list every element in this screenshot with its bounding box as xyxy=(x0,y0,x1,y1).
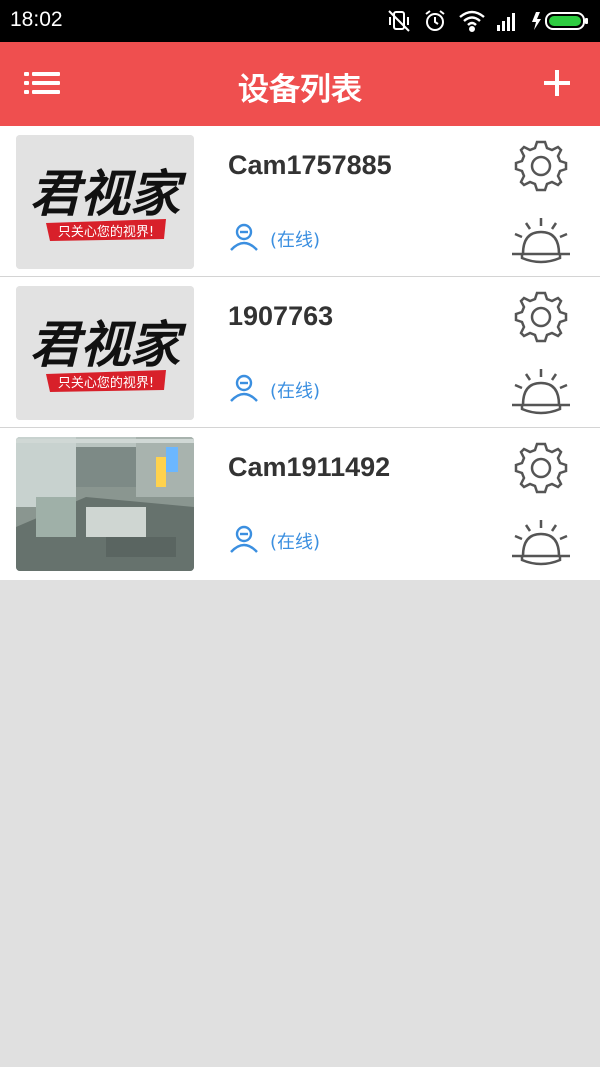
gear-icon xyxy=(514,442,568,499)
device-status: (在线) xyxy=(228,373,321,407)
alarm-button[interactable] xyxy=(508,516,574,568)
device-thumbnail[interactable] xyxy=(16,437,194,571)
device-thumbnail[interactable]: 君视家 只关心您的视界! xyxy=(16,286,194,420)
device-name: 1907763 xyxy=(228,301,334,331)
device-thumbnail[interactable]: 君视家 只关心您的视界! xyxy=(16,135,194,269)
gear-icon xyxy=(514,291,568,348)
device-item[interactable]: Cam1911492 (在线) xyxy=(0,428,600,580)
office-camera-snapshot xyxy=(16,437,194,571)
alarm-light-icon xyxy=(508,369,574,421)
alarm-button[interactable] xyxy=(508,365,574,417)
device-status: (在线) xyxy=(228,524,321,558)
add-device-button[interactable] xyxy=(542,68,572,98)
device-name: Cam1757885 xyxy=(228,150,392,180)
settings-button[interactable] xyxy=(514,441,568,495)
online-status-text: (在线) xyxy=(270,532,321,553)
device-status: (在线) xyxy=(228,222,321,256)
device-name: Cam1911492 xyxy=(228,452,391,482)
app-bar: 设备列表 xyxy=(0,42,600,126)
device-item[interactable]: 君视家 只关心您的视界! 1907763 (在线) xyxy=(0,277,600,428)
user-icon xyxy=(228,524,260,558)
user-icon xyxy=(228,222,260,256)
device-list: 君视家 只关心您的视界! Cam1757885 (在线) 君视家 只关心您的视界… xyxy=(0,126,600,580)
alarm-clock-icon xyxy=(422,8,448,34)
signal-icon xyxy=(496,10,520,32)
alarm-button[interactable] xyxy=(508,214,574,266)
device-item[interactable]: 君视家 只关心您的视界! Cam1757885 (在线) xyxy=(0,126,600,277)
plus-icon xyxy=(542,70,572,102)
logo-text: 君视家 xyxy=(30,164,187,223)
battery-charging-icon xyxy=(530,10,590,32)
alarm-light-icon xyxy=(508,218,574,270)
page-title: 设备列表 xyxy=(238,72,362,108)
settings-button[interactable] xyxy=(514,290,568,344)
logo-slogan: 只关心您的视界! xyxy=(58,375,154,391)
user-icon xyxy=(228,373,260,407)
online-status-text: (在线) xyxy=(270,381,321,402)
alarm-light-icon xyxy=(508,520,574,572)
logo-slogan: 只关心您的视界! xyxy=(58,224,154,240)
wifi-icon xyxy=(458,9,486,33)
status-bar: 18:02 xyxy=(0,0,600,42)
gear-icon xyxy=(514,140,568,197)
status-time: 18:02 xyxy=(10,8,63,31)
vibrate-icon xyxy=(386,8,412,34)
online-status-text: (在线) xyxy=(270,230,321,251)
logo-text: 君视家 xyxy=(30,315,187,374)
settings-button[interactable] xyxy=(514,139,568,193)
status-icons xyxy=(386,7,590,35)
